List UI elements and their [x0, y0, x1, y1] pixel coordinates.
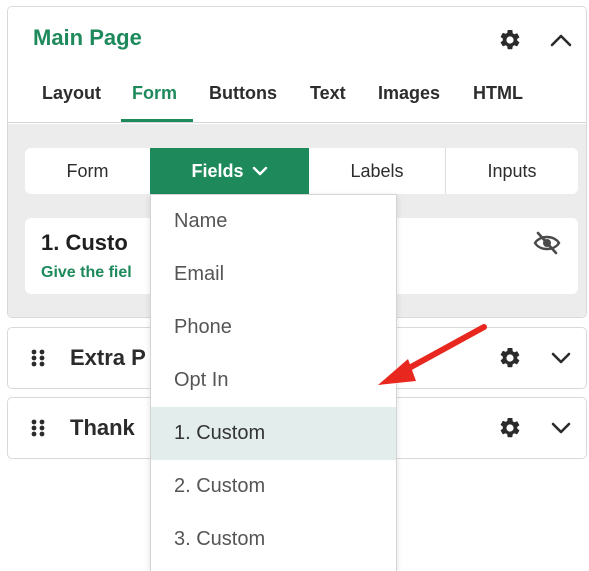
chevron-down-icon	[252, 166, 267, 176]
drag-handle-icon[interactable]	[30, 418, 46, 438]
eye-slash-icon[interactable]	[532, 230, 562, 256]
gear-icon[interactable]	[498, 346, 522, 370]
subtab-labels-label: Labels	[350, 160, 404, 181]
tab-buttons[interactable]: Buttons	[209, 81, 277, 121]
subtab-form[interactable]: Form	[25, 148, 150, 194]
dropdown-item-custom-1[interactable]: 1. Custom	[151, 407, 396, 460]
annotation-arrow	[378, 324, 487, 385]
subtab-inputs[interactable]: Inputs	[446, 148, 578, 194]
dropdown-item-opt-in[interactable]: Opt In	[151, 354, 396, 407]
subtab-fields-label: Fields	[191, 160, 244, 181]
dropdown-item-phone[interactable]: Phone	[151, 301, 396, 354]
panel-title: Extra P	[70, 345, 146, 370]
tab-images[interactable]: Images	[378, 81, 440, 121]
field-card-subtitle: Give the fiel	[41, 264, 132, 281]
subtab-labels[interactable]: Labels	[309, 148, 445, 194]
subtab-fields[interactable]: Fields	[150, 148, 309, 194]
fields-dropdown-menu: Name Email Phone Opt In 1. Custom 2. Cus…	[150, 194, 397, 571]
tab-layout[interactable]: Layout	[42, 81, 101, 121]
panel-title: Main Page	[33, 25, 142, 50]
tab-form[interactable]: Form	[132, 81, 177, 121]
dropdown-item-email[interactable]: Email	[151, 248, 396, 301]
tab-text[interactable]: Text	[310, 81, 346, 121]
field-card-title: 1. Custo	[41, 230, 128, 255]
panel-header: Main Page Layout Form Buttons Text Image…	[8, 7, 586, 123]
chevron-up-icon[interactable]	[549, 29, 573, 51]
chevron-down-icon[interactable]	[550, 350, 572, 366]
drag-handle-icon[interactable]	[30, 348, 46, 368]
dropdown-item-custom-2[interactable]: 2. Custom	[151, 460, 396, 513]
subtab-inputs-label: Inputs	[487, 160, 537, 181]
tab-bar: Layout Form Buttons Text Images HTML	[8, 79, 586, 123]
panel-title: Thank	[70, 415, 135, 440]
tab-html[interactable]: HTML	[473, 81, 523, 121]
subtab-form-label: Form	[66, 160, 109, 181]
subtab-bar: Form Fields Labels Inputs	[25, 148, 578, 194]
gear-icon[interactable]	[498, 416, 522, 440]
dropdown-item-name[interactable]: Name	[151, 195, 396, 248]
dropdown-item-custom-3[interactable]: 3. Custom	[151, 513, 396, 566]
active-tab-indicator	[121, 119, 193, 122]
gear-icon[interactable]	[498, 28, 522, 52]
chevron-down-icon[interactable]	[550, 420, 572, 436]
